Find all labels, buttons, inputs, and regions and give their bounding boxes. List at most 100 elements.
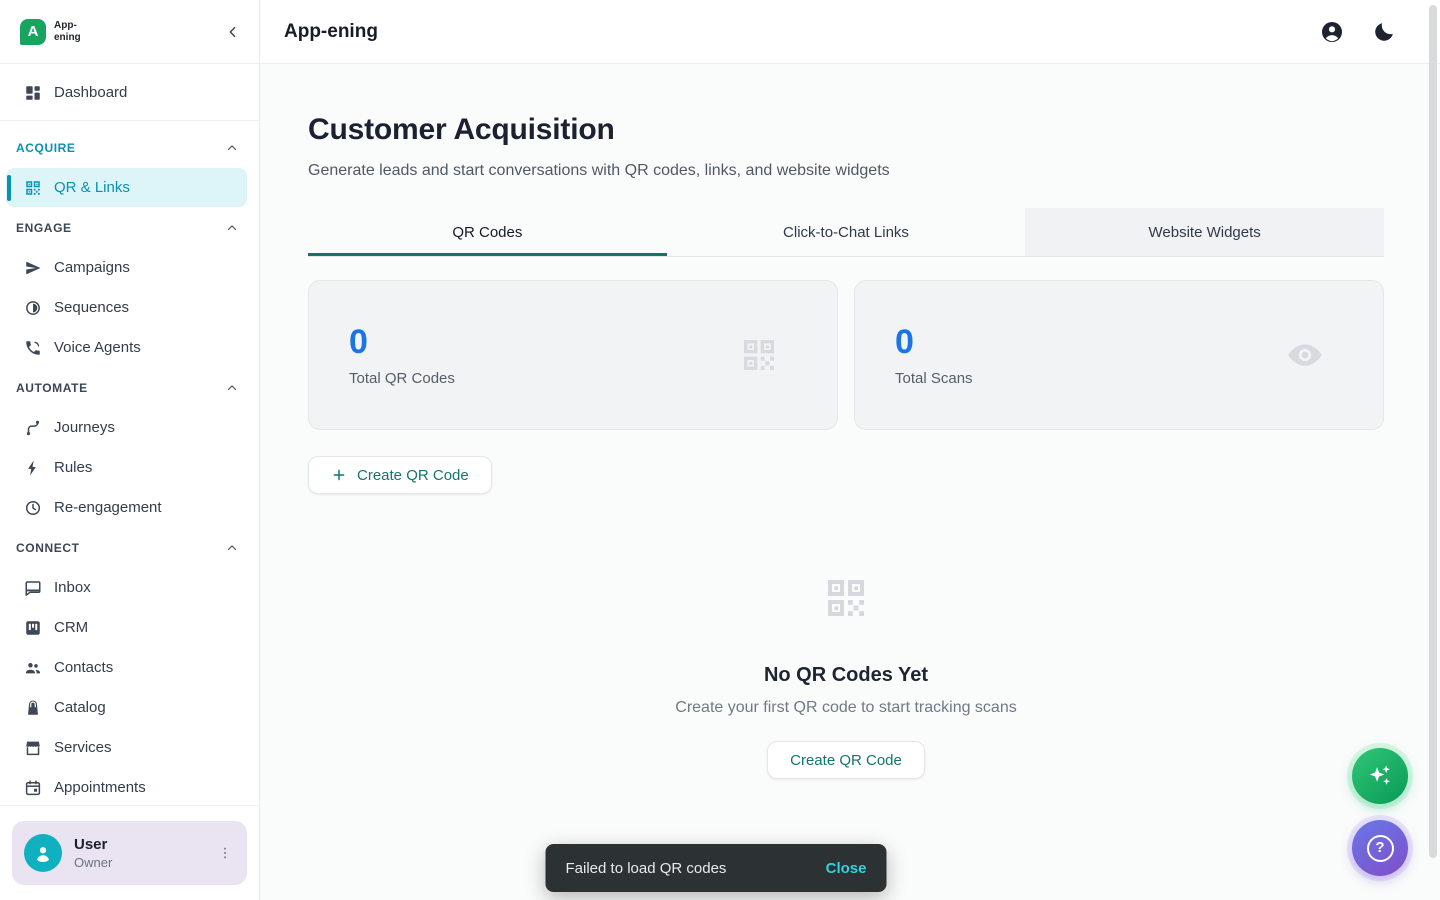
floating-buttons: ? [1352,748,1408,876]
app-logo[interactable]: A App- ening [20,19,81,45]
bolt-icon [24,459,42,477]
sidebar-item-contacts[interactable]: Contacts [6,648,247,687]
stat-label: Total Scans [895,370,973,387]
chevron-left-icon [225,24,241,40]
create-qr-code-label: Create QR Code [790,752,902,769]
empty-state-title: No QR Codes Yet [764,664,928,687]
sidebar-item-label: Dashboard [54,84,127,101]
sidebar-item-label: Re-engagement [54,499,162,516]
empty-state-create-qr-code-button[interactable]: Create QR Code [767,741,925,779]
plus-icon [331,467,347,483]
dashboard-icon [24,84,42,102]
sidebar-item-catalog[interactable]: Catalog [6,688,247,727]
moon-icon [1372,20,1396,44]
qr-code-icon [739,335,779,375]
sidebar-collapse-button[interactable] [225,24,241,40]
toast-close-button[interactable]: Close [826,860,867,877]
sequences-icon [24,299,42,317]
sidebar-nav: Dashboard ACQUIRE QR & Links ENGAGE Campaign… [0,64,259,805]
user-role: Owner [74,855,201,870]
account-button[interactable] [1320,20,1344,44]
sidebar-section-acquire[interactable]: ACQUIRE [0,129,259,167]
sidebar-section: ENGAGE Campaigns Sequences Voice Agents [0,209,259,367]
sidebar-header: A App- ening [0,0,259,64]
toast-notification: Failed to load QR codes Close [546,844,887,892]
chevron-up-icon [225,141,239,155]
ai-assistant-button[interactable] [1352,748,1408,804]
sidebar-item-label: Appointments [54,779,146,796]
sidebar-item-campaigns[interactable]: Campaigns [6,248,247,287]
sidebar-section: CONNECT Inbox CRM Contacts Catalog Services Ap… [0,529,259,805]
sidebar-item-journeys[interactable]: Journeys [6,408,247,447]
calendar-icon [24,779,42,797]
empty-state-subtitle: Create your first QR code to start track… [675,699,1016,717]
section-label: ENGAGE [16,221,72,235]
stats-row: 0 Total QR Codes 0 Total Scans [308,280,1384,430]
tab-click-to-chat-links[interactable]: Click-to-Chat Links [667,208,1026,256]
people-icon [24,659,42,677]
sidebar-item-label: Services [54,739,112,756]
sidebar-item-rules[interactable]: Rules [6,448,247,487]
section-label: AUTOMATE [16,381,88,395]
sidebar-item-re-engagement[interactable]: Re-engagement [6,488,247,527]
account-circle-icon [1320,20,1344,44]
sidebar-item-label: Sequences [54,299,129,316]
create-qr-code-label: Create QR Code [357,467,469,484]
chat-bubble-icon [24,579,42,597]
clock-icon [24,499,42,517]
create-qr-code-button[interactable]: Create QR Code [308,456,492,494]
topbar-title: App-ening [284,21,378,43]
page-title: Customer Acquisition [308,110,1384,150]
route-icon [24,419,42,437]
empty-state: No QR Codes Yet Create your first QR cod… [308,574,1384,779]
section-label: CONNECT [16,541,80,555]
section-label: ACQUIRE [16,141,76,155]
stat-label: Total QR Codes [349,370,455,387]
sidebar-item-label: Catalog [54,699,106,716]
send-icon [24,259,42,277]
avatar [24,834,62,872]
tab-bar: QR Codes Click-to-Chat Links Website Wid… [308,208,1384,257]
app-logo-text: App- ening [54,20,81,44]
stat-card-total-qr-codes: 0 Total QR Codes [308,280,838,430]
sidebar-section-engage[interactable]: ENGAGE [0,209,259,247]
storefront-icon [24,739,42,757]
sidebar-item-inbox[interactable]: Inbox [6,568,247,607]
main-content: Customer Acquisition Generate leads and … [260,64,1440,900]
sidebar-item-qr-links[interactable]: QR & Links [6,168,247,207]
tab-website-widgets[interactable]: Website Widgets [1025,208,1384,256]
person-icon [32,842,54,864]
eye-icon [1285,335,1325,375]
sidebar-item-dashboard[interactable]: Dashboard [6,73,247,112]
tab-qr-codes[interactable]: QR Codes [308,208,667,256]
toast-message: Failed to load QR codes [566,860,727,877]
sidebar-item-crm[interactable]: CRM [6,608,247,647]
sidebar-section-connect[interactable]: CONNECT [0,529,259,567]
sidebar-section-automate[interactable]: AUTOMATE [0,369,259,407]
more-vert-icon [217,845,233,861]
dark-mode-toggle[interactable] [1372,20,1396,44]
sparkles-icon [1366,762,1394,790]
app-logo-icon: A [20,19,46,45]
question-mark-icon: ? [1367,835,1394,862]
sidebar-item-label: Campaigns [54,259,130,276]
stat-value: 0 [349,324,455,360]
user-name: User [74,836,201,853]
scrollbar-thumb[interactable] [1429,5,1437,858]
sidebar-item-voice-agents[interactable]: Voice Agents [6,328,247,367]
divider [0,120,259,121]
stat-value: 0 [895,324,973,360]
sidebar-item-services[interactable]: Services [6,728,247,767]
help-button[interactable]: ? [1352,820,1408,876]
sidebar-section: ACQUIRE QR & Links [0,129,259,207]
kanban-icon [24,619,42,637]
user-menu-button[interactable] [213,841,237,865]
sidebar-item-label: Rules [54,459,92,476]
sidebar-item-sequences[interactable]: Sequences [6,288,247,327]
sidebar: A App- ening DashboardACQUIREQR & LinksE… [0,0,260,900]
qr-code-icon [24,179,42,197]
sidebar-footer: User Owner [0,805,259,900]
sidebar-item-appointments[interactable]: Appointments [6,768,247,805]
sidebar-item-label: CRM [54,619,88,636]
user-card[interactable]: User Owner [12,821,247,885]
